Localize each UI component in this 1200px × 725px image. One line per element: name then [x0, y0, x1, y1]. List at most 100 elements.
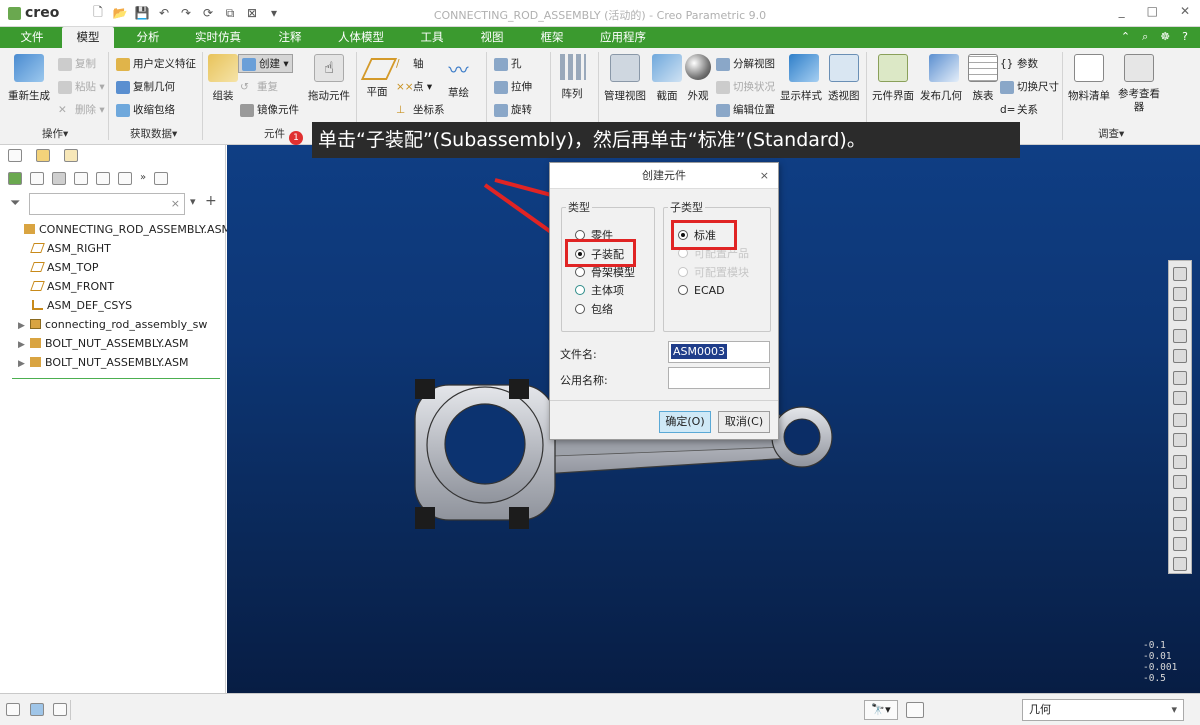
collapse-ribbon-icon[interactable]: ⌃	[1121, 30, 1130, 44]
tree-item-root[interactable]: CONNECTING_ROD_ASSEMBLY.ASM	[12, 220, 231, 239]
show-navigator-icon[interactable]	[6, 703, 20, 716]
csys-button[interactable]: ⊥ 坐标系	[396, 102, 445, 117]
axis-button[interactable]: / 轴	[396, 56, 424, 71]
subtype-ecad-radio[interactable]: ECAD	[678, 282, 725, 300]
list-view-icon[interactable]	[30, 172, 44, 185]
tree-settings-icon[interactable]	[118, 172, 132, 185]
appearance-button[interactable]: 外观	[685, 54, 711, 103]
add-filter-icon[interactable]: +	[205, 193, 217, 209]
expand-toolbar-icon[interactable]: »	[140, 172, 146, 185]
mirror-component-button[interactable]: 镜像元件	[240, 102, 299, 117]
annotation-display-icon[interactable]	[1173, 475, 1187, 489]
close-button[interactable]: ✕	[1180, 4, 1190, 18]
family-table-button[interactable]: 族表	[968, 54, 998, 103]
model-tree-tab-icon[interactable]	[8, 149, 22, 162]
delete-button[interactable]: ✕ 删除 ▾	[58, 102, 105, 117]
assemble-button[interactable]: 组装	[208, 54, 238, 103]
tree-item-asm-right[interactable]: ASM_RIGHT	[20, 239, 111, 258]
group-operations[interactable]: 操作▾	[42, 126, 68, 141]
more-tools-icon[interactable]	[1173, 557, 1187, 571]
switch-dimensions-button[interactable]: 切换尺寸	[1000, 79, 1059, 94]
common-name-field[interactable]	[668, 367, 770, 389]
show-icon[interactable]	[154, 172, 169, 185]
shrinkwrap-button[interactable]: 收缩包络	[116, 102, 175, 117]
tab-file[interactable]: 文件	[14, 27, 50, 48]
settings-icon[interactable]: ☸	[1160, 30, 1170, 44]
tree-item-connecting-rod[interactable]: ▶ connecting_rod_assembly_sw	[18, 315, 207, 334]
show-browser-icon[interactable]	[30, 703, 44, 716]
cancel-button[interactable]: 取消(C)	[718, 411, 770, 433]
tree-item-bolt-nut-2[interactable]: ▶ BOLT_NUT_ASSEMBLY.ASM	[18, 353, 188, 372]
section-button[interactable]: 截面	[652, 54, 682, 103]
filter-dropdown-icon[interactable]: ▾	[190, 195, 196, 208]
zoom-fit-icon[interactable]	[1173, 267, 1187, 281]
repeat-button[interactable]: ↺ 重复	[240, 79, 278, 94]
saved-views-icon[interactable]	[1173, 391, 1187, 405]
type-envelope-radio[interactable]: 包络	[575, 301, 613, 319]
display-style-icon[interactable]	[1173, 371, 1187, 385]
tab-tools[interactable]: 工具	[410, 27, 454, 48]
extrude-button[interactable]: 拉伸	[494, 79, 532, 94]
tab-manikin[interactable]: 人体模型	[330, 27, 392, 48]
tab-model[interactable]: 模型	[62, 27, 114, 48]
close-window-icon[interactable]: ⊠	[244, 5, 260, 21]
type-bulk-item-radio[interactable]: 主体项	[575, 282, 624, 300]
csys-display-icon[interactable]	[1173, 497, 1187, 511]
repaint-icon[interactable]	[1173, 329, 1187, 343]
group-get-data[interactable]: 获取数据▾	[130, 126, 177, 141]
windows-icon[interactable]: ⧉	[222, 5, 238, 21]
tree-item-bolt-nut-1[interactable]: ▶ BOLT_NUT_ASSEMBLY.ASM	[18, 334, 188, 353]
publish-geometry-button[interactable]: 发布几何	[920, 54, 962, 103]
tab-analysis[interactable]: 分析	[126, 27, 170, 48]
edit-position-button[interactable]: 编辑位置	[716, 102, 775, 117]
subtype-configurable-module-radio[interactable]: 可配置模块	[678, 264, 749, 282]
drag-components-button[interactable]: ☝ 拖动元件	[308, 54, 350, 103]
bom-button[interactable]: 物料清单	[1068, 54, 1110, 103]
zoom-out-icon[interactable]	[1173, 307, 1187, 321]
full-screen-icon[interactable]	[53, 703, 67, 716]
perspective-view-icon[interactable]	[1173, 433, 1187, 447]
datum-display-icon[interactable]	[1173, 455, 1187, 469]
tree-item-asm-front[interactable]: ASM_FRONT	[20, 277, 114, 296]
create-component-button[interactable]: 创建 ▾	[238, 54, 293, 73]
sketch-button[interactable]: 〰 草绘	[448, 54, 469, 100]
customize-toolbar-icon[interactable]: ▾	[266, 5, 282, 21]
help-icon[interactable]: ?	[1182, 30, 1188, 44]
pause-icon[interactable]	[1173, 537, 1187, 551]
maximize-button[interactable]: □	[1147, 4, 1158, 18]
file-name-field[interactable]: ASM0003	[668, 341, 770, 363]
selection-buffer-icon[interactable]	[906, 702, 924, 718]
layer-view-icon[interactable]	[52, 172, 66, 185]
copy-geometry-button[interactable]: 复制几何	[116, 79, 175, 94]
minimize-button[interactable]: _	[1119, 4, 1125, 18]
save-icon[interactable]: 💾	[134, 5, 150, 21]
plane-button[interactable]: 平面	[360, 54, 398, 99]
manage-views-button[interactable]: 管理视图	[604, 54, 646, 103]
find-binoculars-icon[interactable]: 🔭▾	[864, 700, 898, 720]
relations-button[interactable]: d= 关系	[1000, 102, 1038, 117]
favorites-tab-icon[interactable]	[64, 149, 78, 162]
undo-icon[interactable]: ↶	[156, 5, 172, 21]
new-file-icon[interactable]: 🗋	[90, 5, 106, 21]
paste-button[interactable]: 粘贴 ▾	[58, 79, 105, 94]
parameters-button[interactable]: {} 参数	[1000, 56, 1038, 71]
open-folder-icon[interactable]: 📂	[112, 5, 128, 21]
display-style-button[interactable]: 显示样式	[780, 54, 822, 103]
hole-button[interactable]: 孔	[494, 56, 522, 71]
ok-button[interactable]: 确定(O)	[659, 411, 711, 433]
clear-search-icon[interactable]: ×	[171, 197, 180, 210]
point-button[interactable]: ××点 ▾	[396, 79, 432, 94]
tree-columns-icon[interactable]	[96, 172, 110, 185]
regenerate-small-icon[interactable]: ⟳	[200, 5, 216, 21]
explode-view-button[interactable]: 分解视图	[716, 56, 775, 71]
model-tree-icon[interactable]	[8, 172, 22, 185]
regenerate-button[interactable]: 重新生成	[8, 54, 50, 103]
component-interface-button[interactable]: 元件界面	[872, 54, 914, 103]
dialog-close-icon[interactable]: ×	[760, 169, 769, 182]
copy-button[interactable]: 复制	[58, 56, 96, 71]
tab-live-simulation[interactable]: 实时仿真	[188, 27, 248, 48]
udf-button[interactable]: 用户定义特征	[116, 56, 196, 71]
point-display-icon[interactable]	[1173, 517, 1187, 531]
perspective-button[interactable]: 透视图	[828, 54, 860, 103]
tab-applications[interactable]: 应用程序	[592, 27, 654, 48]
